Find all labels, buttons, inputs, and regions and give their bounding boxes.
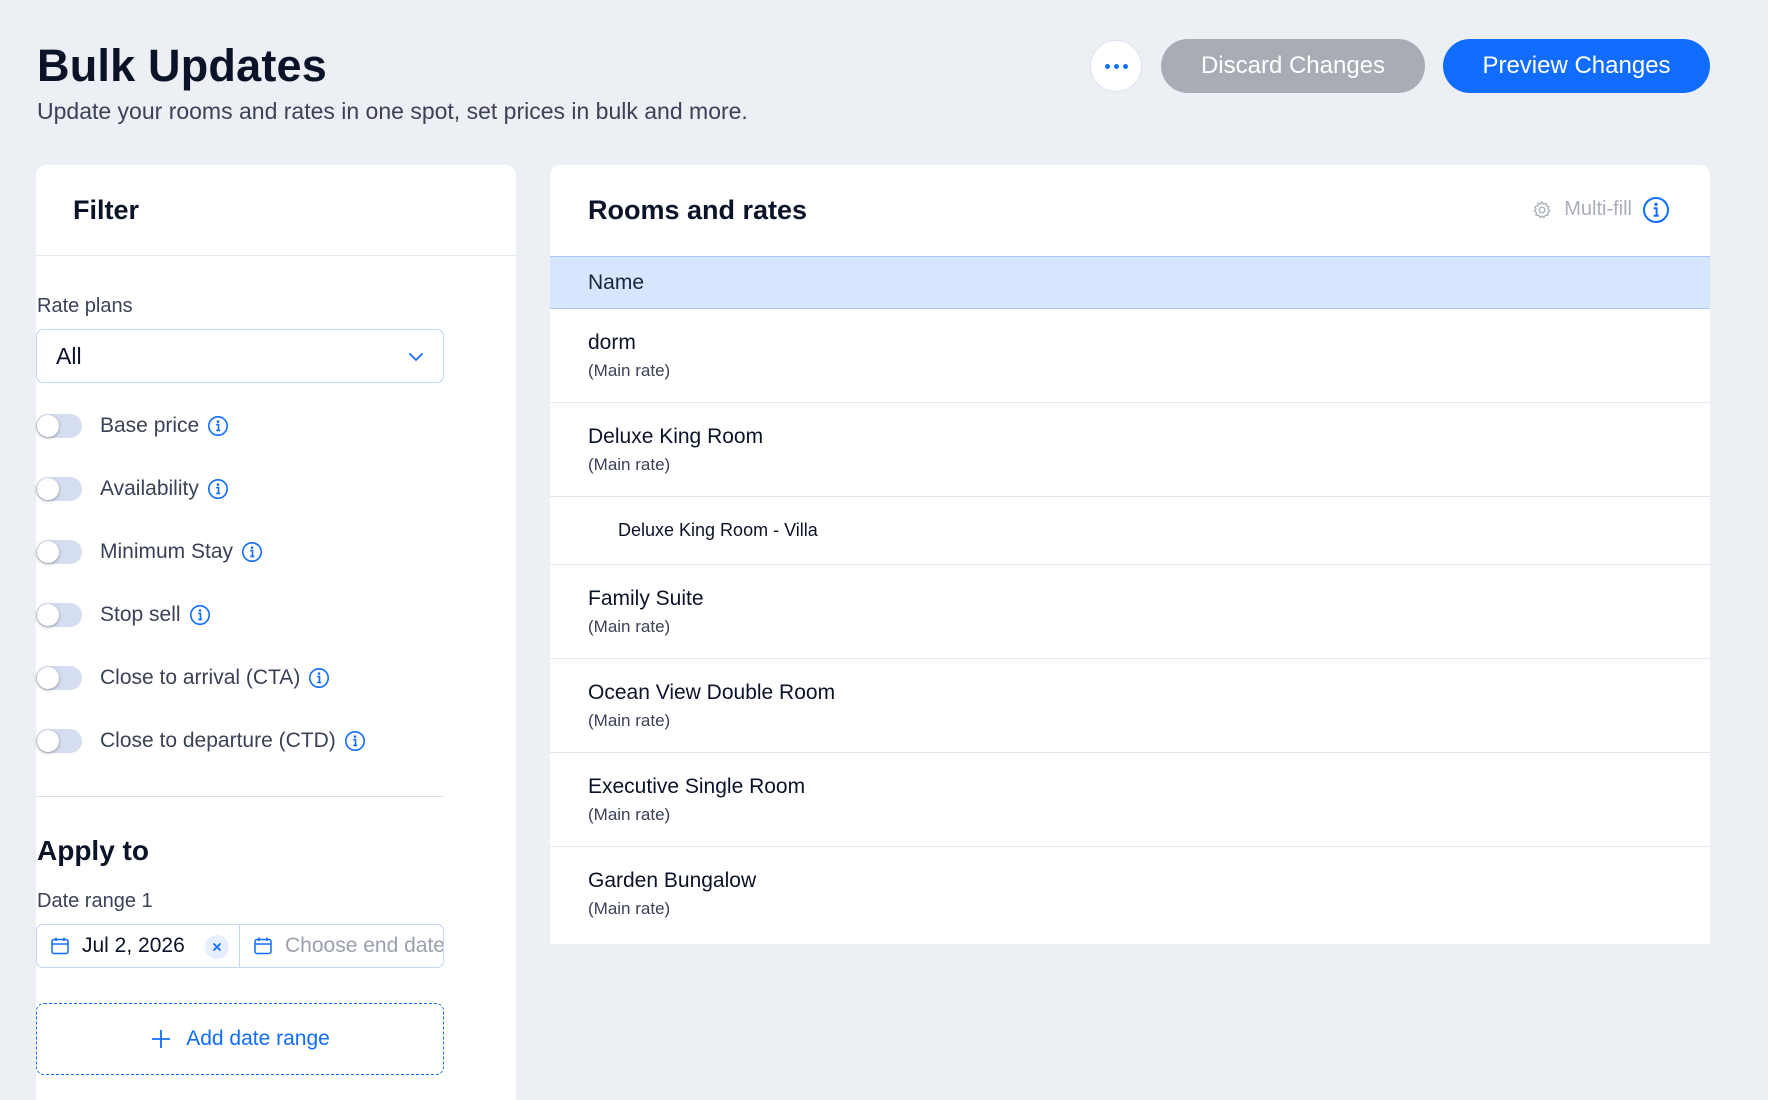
ctd-toggle[interactable] [36, 729, 82, 753]
end-date-input[interactable]: Choose end date [240, 925, 443, 967]
room-name: Deluxe King Room [588, 424, 764, 448]
discard-changes-button[interactable]: Discard Changes [1161, 39, 1425, 93]
room-name: Ocean View Double Room [588, 680, 836, 704]
room-rate: (Main rate) [588, 454, 671, 474]
calendar-icon [51, 937, 69, 955]
more-dots-icon [1104, 63, 1128, 69]
page-title: Bulk Updates [37, 40, 327, 91]
date-range-label: Date range 1 [37, 890, 153, 912]
availability-label: Availability [100, 477, 199, 500]
filter-title: Filter [36, 165, 516, 256]
info-icon[interactable] [344, 730, 366, 752]
availability-toggle[interactable] [36, 477, 82, 501]
room-row-deluxe-king[interactable]: Deluxe King Room (Main rate) [550, 403, 1710, 497]
room-row-family-suite[interactable]: Family Suite (Main rate) [550, 565, 1710, 659]
name-column-header[interactable]: Name [550, 256, 1710, 309]
gear-icon [1533, 200, 1551, 218]
page-subtitle: Update your rooms and rates in one spot,… [37, 98, 748, 124]
toggle-row-cta: Close to arrival (CTA) [36, 663, 330, 693]
room-row-executive-single[interactable]: Executive Single Room (Main rate) [550, 753, 1710, 847]
more-actions-button[interactable] [1090, 40, 1142, 92]
room-row-dorm[interactable]: dorm (Main rate) [550, 309, 1710, 403]
room-row-ocean-view[interactable]: Ocean View Double Room (Main rate) [550, 659, 1710, 753]
base-price-toggle[interactable] [36, 414, 82, 438]
info-icon[interactable] [308, 667, 330, 689]
toggle-row-stop-sell: Stop sell [36, 600, 211, 630]
calendar-icon [254, 937, 272, 955]
chevron-down-icon [409, 353, 423, 361]
info-icon[interactable] [241, 541, 263, 563]
bulk-updates-page: Bulk Updates Update your rooms and rates… [0, 0, 1768, 1100]
stop-sell-label: Stop sell [100, 603, 181, 626]
start-date-value: Jul 2, 2026 [82, 934, 185, 957]
info-icon[interactable] [207, 478, 229, 500]
preview-changes-button[interactable]: Preview Changes [1443, 39, 1710, 93]
room-name: dorm [588, 330, 636, 354]
rooms-title: Rooms and rates [588, 195, 808, 225]
multi-fill-label: Multi-fill [1564, 198, 1632, 220]
info-icon[interactable] [1642, 196, 1670, 224]
rooms-header: Rooms and rates Multi-fill [550, 165, 1710, 256]
cta-label: Close to arrival (CTA) [100, 666, 301, 689]
ctd-label: Close to departure (CTD) [100, 729, 336, 752]
cta-toggle[interactable] [36, 666, 82, 690]
plus-icon [152, 1030, 171, 1048]
toggle-row-base-price: Base price [36, 411, 229, 441]
minimum-stay-label: Minimum Stay [100, 540, 234, 563]
room-rate: (Main rate) [588, 710, 671, 730]
apply-to-title: Apply to [37, 835, 149, 866]
room-row-deluxe-king-villa[interactable]: Deluxe King Room - Villa [550, 497, 1710, 565]
rate-plans-label: Rate plans [37, 295, 133, 317]
info-icon[interactable] [189, 604, 211, 626]
room-rate: (Main rate) [588, 899, 671, 918]
room-name: Garden Bungalow [588, 869, 757, 892]
date-range-picker: Jul 2, 2026 Choose end date [36, 924, 444, 968]
minimum-stay-toggle[interactable] [36, 540, 82, 564]
toggle-row-ctd: Close to departure (CTD) [36, 726, 366, 756]
room-name: Family Suite [588, 586, 704, 610]
room-name: Executive Single Room [588, 774, 806, 798]
close-icon [213, 943, 221, 951]
end-date-placeholder: Choose end date [285, 934, 443, 957]
add-date-range-button[interactable]: Add date range [36, 1003, 444, 1075]
rate-plans-value: All [56, 342, 82, 369]
rate-plan-name: Deluxe King Room - Villa [618, 520, 818, 540]
room-rate: (Main rate) [588, 804, 671, 824]
rate-plans-dropdown[interactable]: All [36, 329, 444, 383]
base-price-label: Base price [100, 414, 200, 437]
room-rate: (Main rate) [588, 616, 671, 636]
toggle-row-minimum-stay: Minimum Stay [36, 537, 263, 567]
rooms-and-rates-panel: Rooms and rates Multi-fill Name dorm (Ma… [550, 165, 1710, 944]
toggle-row-availability: Availability [36, 474, 229, 504]
filter-divider [36, 796, 444, 797]
room-rate: (Main rate) [588, 360, 671, 380]
info-icon[interactable] [207, 415, 229, 437]
clear-start-date-button[interactable] [205, 935, 229, 959]
multi-fill-button[interactable]: Multi-fill [1532, 198, 1632, 221]
add-date-range-label: Add date range [186, 1027, 330, 1050]
room-row-garden-bungalow[interactable]: Garden Bungalow (Main rate) [550, 847, 1710, 941]
start-date-input[interactable]: Jul 2, 2026 [37, 925, 240, 967]
stop-sell-toggle[interactable] [36, 603, 82, 627]
